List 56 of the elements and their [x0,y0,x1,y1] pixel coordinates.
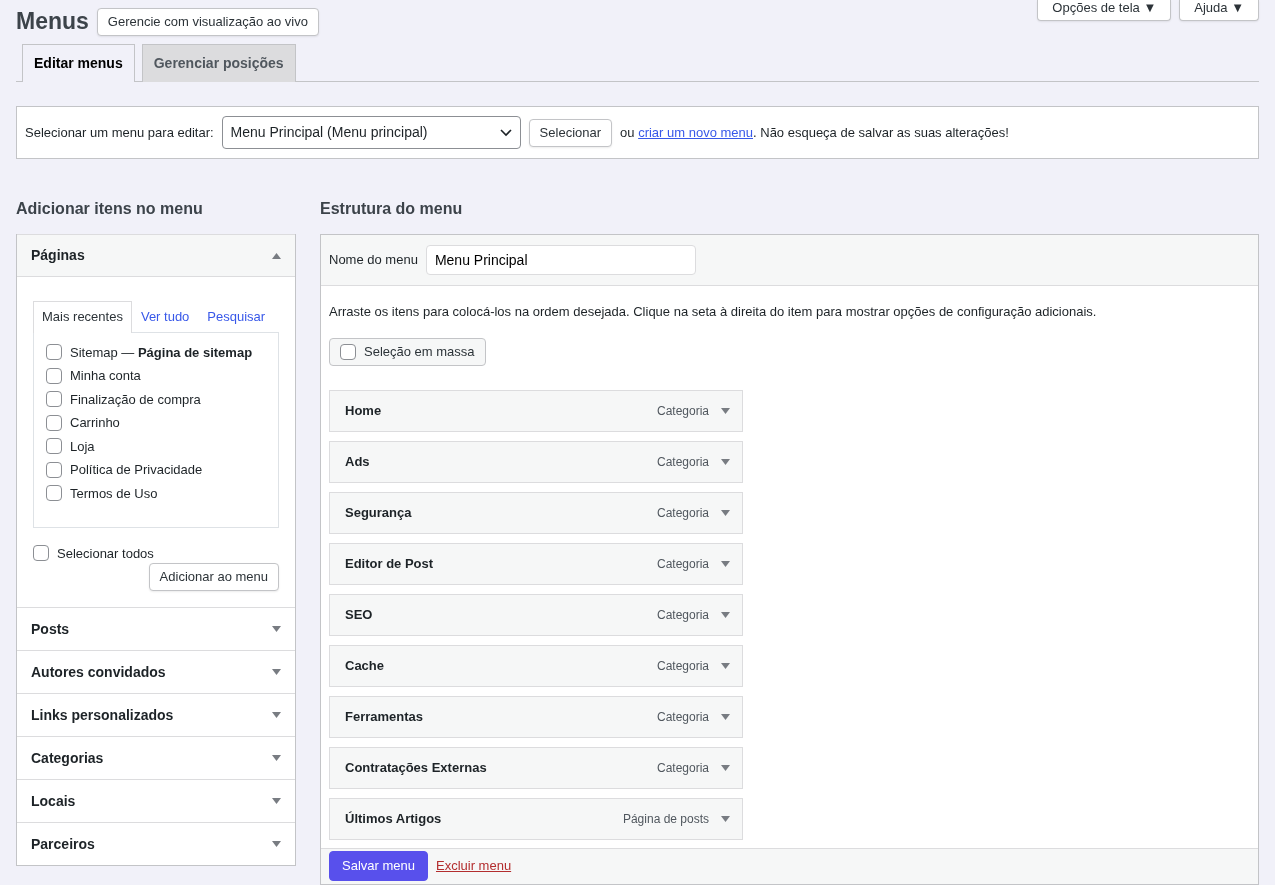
page-label[interactable]: Loja [70,436,95,457]
item-type-label: Categoria [656,453,709,471]
accordion-header[interactable]: Links personalizados [17,693,295,737]
section-heading: Adicionar itens no menu [16,199,204,219]
accordion-header[interactable]: Autores convidados [17,650,295,694]
live-preview-button[interactable]: Gerencie com visualização ao vivo [96,8,319,36]
menu-name-field[interactable]: Menu Principal [425,245,696,276]
tab[interactable]: Mais recentes [33,301,132,333]
accordion-header[interactable]: Parceiros [17,822,295,866]
page-label[interactable]: Carrinho [70,413,120,433]
select-label: Selecionar um menu para editar: [25,123,214,142]
menu-dropdown[interactable]: Menu Principal (Menu principal) [221,116,521,149]
page-label[interactable]: Sitemap — Página de sitemap [70,342,253,363]
bulk-select-button[interactable]: Seleção em massa [329,337,486,366]
page-title: Menus [16,8,89,36]
menu-item-bar[interactable]: Ferramentas Categoria [329,695,743,738]
page-label[interactable]: Política de Privacidade [70,460,203,480]
add-to-menu-button[interactable]: Adicionar ao menu [148,563,279,592]
menu-item-bar[interactable]: Segurança Categoria [329,491,743,534]
tab[interactable]: Editar menus [22,44,135,82]
section-heading: Estrutura do menu [320,199,464,219]
delete-menu-link[interactable]: Excluir menu [436,856,512,876]
instructions-text: Arraste os itens para colocá-los na ordem desejada. Clique na seta à direita do item para mostrar opções de configuração adicionais. [329,303,1098,322]
page-label[interactable]: Finalização de compra [70,389,201,410]
item-type-label: Categoria [656,504,709,522]
menu-item-bar[interactable]: Contratações Externas Categoria [329,746,743,789]
item-type-label: Categoria [656,759,709,777]
menu-item-bar[interactable]: Editor de Post Categoria [329,542,743,585]
page-label[interactable]: Termos de Uso [70,483,158,504]
screen-options-button[interactable]: Opções de tela ▼ [1037,0,1172,21]
select-all-label[interactable]: Selecionar todos [57,543,154,564]
select-button[interactable]: Selecionar [528,118,613,147]
menu-item-bar[interactable]: Últimos Artigos Página de posts [329,797,743,840]
item-type-label: Categoria [656,402,709,420]
item-type-label: Categoria [656,657,709,675]
help-text: ou criar um novo menu. Não esqueça de salvar as suas alterações! [620,123,1009,142]
item-type-label: Categoria [656,555,709,573]
tab[interactable]: Gerenciar posições [141,44,296,82]
save-menu-button[interactable]: Salvar menu [329,851,428,881]
menu-item-bar[interactable]: Home Categoria [329,389,743,432]
tab[interactable]: Ver tudo [131,301,199,332]
help-button[interactable]: Ajuda ▼ [1179,0,1259,21]
accordion-header[interactable]: Páginas [17,234,295,278]
page-label[interactable]: Minha conta [70,366,141,386]
accordion-header[interactable]: Posts [17,607,295,651]
menu-item-bar[interactable]: Ads Categoria [329,440,743,483]
accordion-header[interactable]: Locais [17,779,295,823]
create-menu-link[interactable]: criar um novo menu [638,124,753,140]
menu-item-bar[interactable]: SEO Categoria [329,593,743,636]
menu-name-label: Nome do menu [329,251,418,270]
item-type-label: Categoria [656,708,709,726]
menu-item-bar[interactable]: Cache Categoria [329,644,743,687]
item-type-label: Página de posts [622,810,709,828]
accordion-header[interactable]: Categorias [17,736,295,780]
item-type-label: Categoria [656,606,709,624]
tab[interactable]: Pesquisar [198,301,275,332]
